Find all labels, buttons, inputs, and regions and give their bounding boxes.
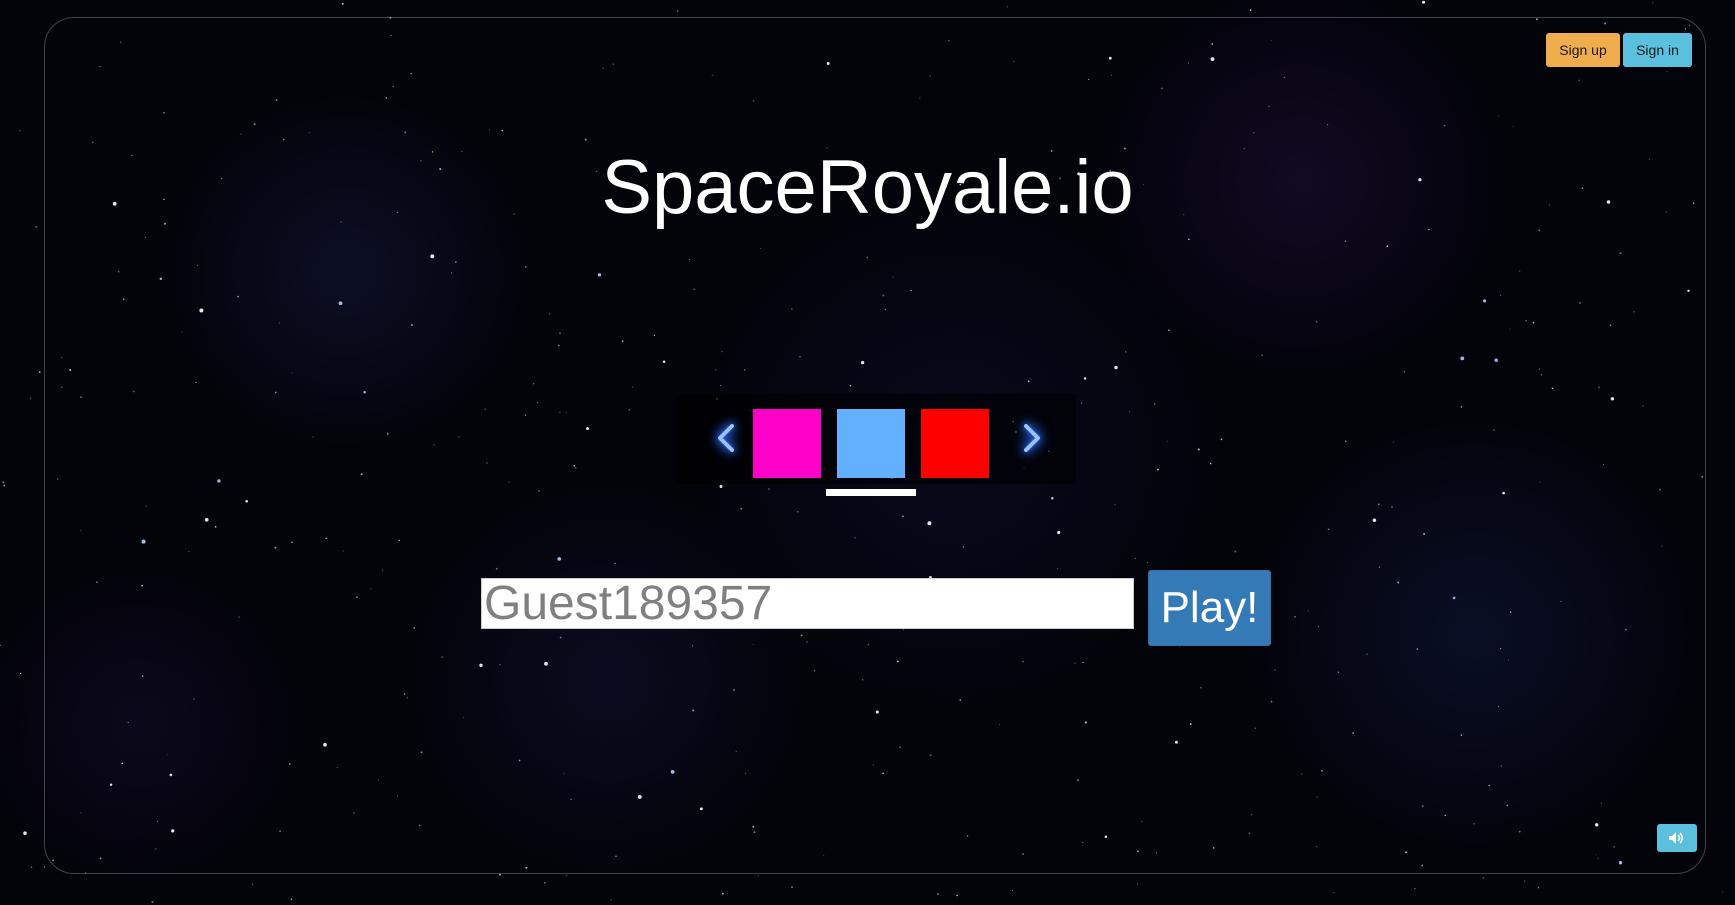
star [499,873,501,876]
skin-next-button[interactable] [1012,408,1052,468]
chevron-right-icon [1024,424,1040,452]
star [341,2,344,5]
sound-toggle-button[interactable] [1657,824,1697,852]
signin-button[interactable]: Sign in [1623,33,1692,67]
star [23,831,27,835]
star [565,874,568,876]
player-name-input[interactable] [481,578,1134,629]
star [2,481,5,484]
star [721,892,724,895]
star [1482,877,1485,879]
skin-prev-button[interactable] [706,408,746,468]
star [1333,892,1335,894]
star [1652,2,1654,4]
signup-button[interactable]: Sign up [1546,33,1620,67]
star [610,899,612,901]
star [937,893,939,895]
star [38,371,41,373]
star [43,866,45,868]
star [251,884,253,886]
play-button[interactable]: Play! [1148,570,1271,646]
star [3,484,5,487]
star [544,882,546,884]
star [1414,887,1416,890]
star [1524,880,1526,882]
game-menu-screen: Sign up Sign in SpaceRoyale.io Play! [0,0,1735,905]
star [0,644,1,647]
chevron-left-icon [718,424,734,452]
star [1537,886,1540,889]
star [30,866,33,868]
star [29,397,32,399]
star [1012,890,1014,892]
star [757,875,759,877]
star [956,894,958,897]
star [290,898,293,901]
star [677,10,679,12]
star [1722,891,1724,893]
star [151,901,154,903]
selected-skin-indicator [826,489,916,496]
star [153,900,155,902]
star [19,130,21,132]
star [791,886,793,888]
volume-icon [1669,832,1684,844]
star [19,672,22,675]
star [35,226,38,228]
star [1006,6,1008,8]
star [1137,884,1138,885]
game-title: SpaceRoyale.io [601,145,1134,230]
star [1249,9,1252,12]
skin-picker [676,394,1076,484]
skin-swatch-light-blue[interactable] [837,409,905,478]
skin-swatch-magenta[interactable] [753,409,821,478]
skin-swatch-red[interactable] [921,409,989,478]
star [1422,0,1426,4]
